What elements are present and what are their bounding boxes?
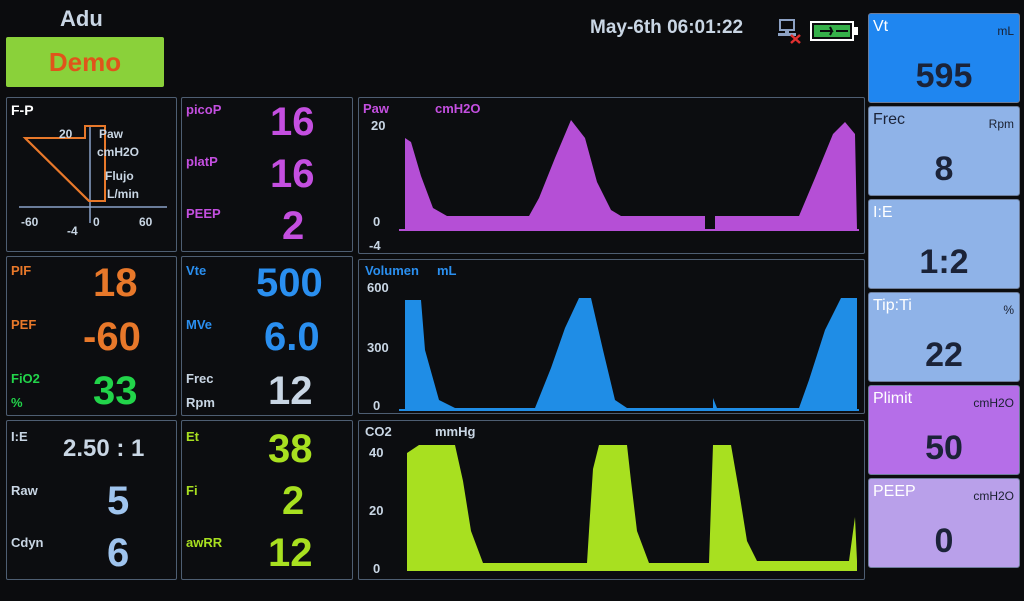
frec-label: Frec xyxy=(186,371,214,386)
fio2-value: 33 xyxy=(93,369,138,413)
vte-value: 500 xyxy=(256,261,323,305)
flow-pressure-loop: 20 -4 -60 0 60 Paw cmH2O Flujo L/min xyxy=(19,125,167,238)
pif-label: PIF xyxy=(11,263,32,278)
setting-tile-frec[interactable]: Frec Rpm 8 xyxy=(868,106,1020,196)
loop-paw-unit: cmH2O xyxy=(97,145,139,159)
setting-unit: mL xyxy=(997,24,1014,38)
paw-waveform-panel: Paw cmH2O 20 0 -4 xyxy=(358,97,865,254)
frec-unit-label: Rpm xyxy=(186,395,215,410)
platp-value: 16 xyxy=(270,152,315,196)
setting-value: 1:2 xyxy=(919,243,969,281)
peep-value: 2 xyxy=(282,204,305,248)
loop-flow-unit: L/min xyxy=(107,187,139,201)
setting-name: Frec xyxy=(873,111,905,128)
network-disconnected-icon xyxy=(778,19,801,44)
datetime-display: May-6th 06:01:22 xyxy=(590,17,744,38)
awrr-value: 12 xyxy=(268,531,313,575)
frec-value: 12 xyxy=(268,369,313,413)
loop-paw-label: Paw xyxy=(99,127,124,141)
loop-x-right: 60 xyxy=(139,215,153,229)
setting-value: 50 xyxy=(925,429,963,467)
pif-value: 18 xyxy=(93,261,138,305)
setting-value: 8 xyxy=(934,150,954,188)
setting-value: 0 xyxy=(934,522,954,560)
vte-label: Vte xyxy=(186,263,207,278)
setting-name: I:E xyxy=(873,204,893,221)
setting-value: 22 xyxy=(925,336,963,374)
fio2-unit-label: % xyxy=(11,395,23,410)
setting-tile-peep[interactable]: PEEP cmH2O 0 xyxy=(868,478,1020,568)
setting-tile-ie[interactable]: I:E 1:2 xyxy=(868,199,1020,289)
fi-label: Fi xyxy=(186,483,198,498)
volume-params-panel: Vte 500 MVe 6.0 Frec Rpm 12 xyxy=(181,256,353,416)
cdyn-label: Cdyn xyxy=(11,535,44,550)
paw-waveform xyxy=(399,120,859,231)
flow-params-panel: PIF 18 PEF -60 FiO2 % 33 xyxy=(6,256,177,416)
awrr-label: awRR xyxy=(186,535,223,550)
setting-unit: % xyxy=(1003,303,1014,317)
fio2-label: FiO2 xyxy=(11,371,40,386)
setting-name: Plimit xyxy=(873,390,913,407)
battery-icon xyxy=(810,21,858,41)
volume-waveform xyxy=(399,298,859,411)
picop-value: 16 xyxy=(270,100,315,144)
raw-label: Raw xyxy=(11,483,38,498)
peep-label: PEEP xyxy=(186,206,221,221)
ie-label: I:E xyxy=(11,429,28,444)
setting-value: 595 xyxy=(915,57,973,95)
setting-name: Vt xyxy=(873,18,889,35)
flow-pressure-loop-panel: F-P 20 -4 -60 0 60 Paw cmH2O Flujo L/min xyxy=(6,97,177,252)
setting-name: PEEP xyxy=(873,483,916,500)
setting-tile-plimit[interactable]: Plimit cmH2O 50 xyxy=(868,385,1020,475)
setting-unit: Rpm xyxy=(988,117,1014,131)
pef-label: PEF xyxy=(11,317,37,332)
picop-label: picoP xyxy=(186,102,222,117)
mechanics-params-panel: I:E 2.50 : 1 Raw 5 Cdyn 6 xyxy=(6,420,177,580)
cdyn-value: 6 xyxy=(107,531,130,575)
loop-y-bottom: -4 xyxy=(67,224,78,238)
mve-label: MVe xyxy=(186,317,213,332)
pef-value: -60 xyxy=(83,315,141,359)
loop-y-top: 20 xyxy=(59,127,73,141)
loop-x-zero: 0 xyxy=(93,215,100,229)
co2-params-panel: Et 38 Fi 2 awRR 12 xyxy=(181,420,353,580)
setting-name: Tip:Ti xyxy=(873,297,912,314)
co2-waveform-panel: CO2 mmHg 40 20 0 xyxy=(358,420,865,580)
ventilator-screen: Adu Demo May-6th 06:01:22 F-P 20 -4 -60 … xyxy=(0,0,1024,601)
fi-value: 2 xyxy=(282,479,305,523)
demo-button[interactable]: Demo xyxy=(6,37,164,87)
loop-flow-label: Flujo xyxy=(105,169,134,183)
setting-unit: cmH2O xyxy=(973,489,1014,503)
pressure-params-panel: picoP 16 platP 16 PEEP 2 xyxy=(181,97,353,252)
et-label: Et xyxy=(186,429,199,444)
mve-value: 6.0 xyxy=(264,315,320,359)
top-bar: Adu Demo May-6th 06:01:22 xyxy=(0,0,866,95)
raw-value: 5 xyxy=(107,479,130,523)
patient-mode-label[interactable]: Adu xyxy=(60,6,103,32)
volume-waveform-panel: Volumen mL 600 300 0 xyxy=(358,259,865,414)
loop-x-left: -60 xyxy=(21,215,39,229)
platp-label: platP xyxy=(186,154,218,169)
setting-unit: cmH2O xyxy=(973,396,1014,410)
ie-value: 2.50 : 1 xyxy=(63,435,145,462)
co2-waveform xyxy=(407,445,857,571)
et-value: 38 xyxy=(268,427,313,471)
setting-tile-vt[interactable]: Vt mL 595 xyxy=(868,13,1020,103)
setting-tile-tip-ti[interactable]: Tip:Ti % 22 xyxy=(868,292,1020,382)
